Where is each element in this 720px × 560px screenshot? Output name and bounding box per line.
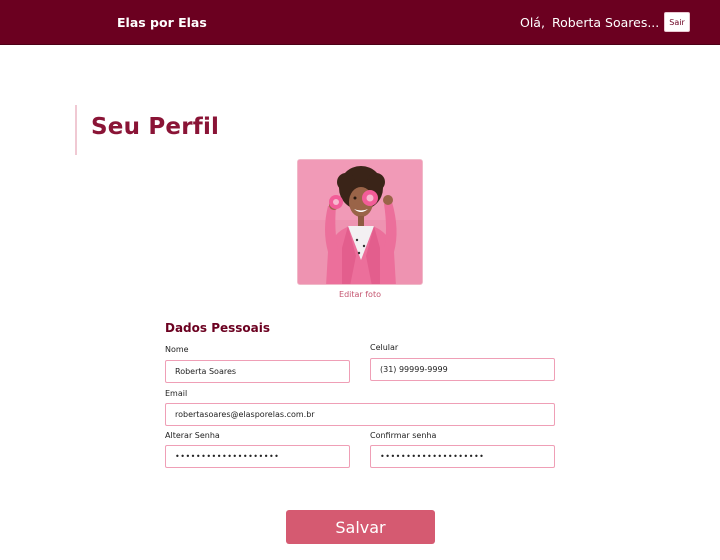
user-name: Roberta Soares... <box>551 15 660 30</box>
personal-data-heading: Dados Pessoais <box>165 321 271 335</box>
logout-button[interactable]: Sair <box>664 12 690 32</box>
phone-field[interactable]: (31) 99999-9999 <box>370 358 555 381</box>
profile-photo <box>297 159 423 285</box>
phone-label: Celular <box>370 343 399 352</box>
name-field[interactable]: Roberta Soares <box>165 360 350 383</box>
confirm-password-label: Confirmar senha <box>370 431 437 440</box>
profile-photo-illustration <box>298 160 422 284</box>
brand-logo-text[interactable]: Elas por Elas <box>117 15 207 30</box>
edit-photo-link[interactable]: Editar foto <box>297 290 423 299</box>
page-title: Seu Perfil <box>91 114 220 140</box>
email-label: Email <box>165 389 188 398</box>
email-field[interactable]: robertasoares@elasporelas.com.br <box>165 403 555 426</box>
title-accent-bar <box>75 105 77 155</box>
confirm-password-field[interactable]: •••••••••••••••••••• <box>370 445 555 468</box>
new-password-field[interactable]: •••••••••••••••••••• <box>165 445 350 468</box>
name-label: Nome <box>165 345 189 354</box>
greeting-prefix: Olá, <box>520 15 545 30</box>
new-password-label: Alterar Senha <box>165 431 220 440</box>
save-button[interactable]: Salvar <box>286 510 435 544</box>
top-navbar: Elas por Elas Olá, Roberta Soares... Sair <box>0 0 720 45</box>
user-greeting: Olá, Roberta Soares... <box>520 15 659 30</box>
